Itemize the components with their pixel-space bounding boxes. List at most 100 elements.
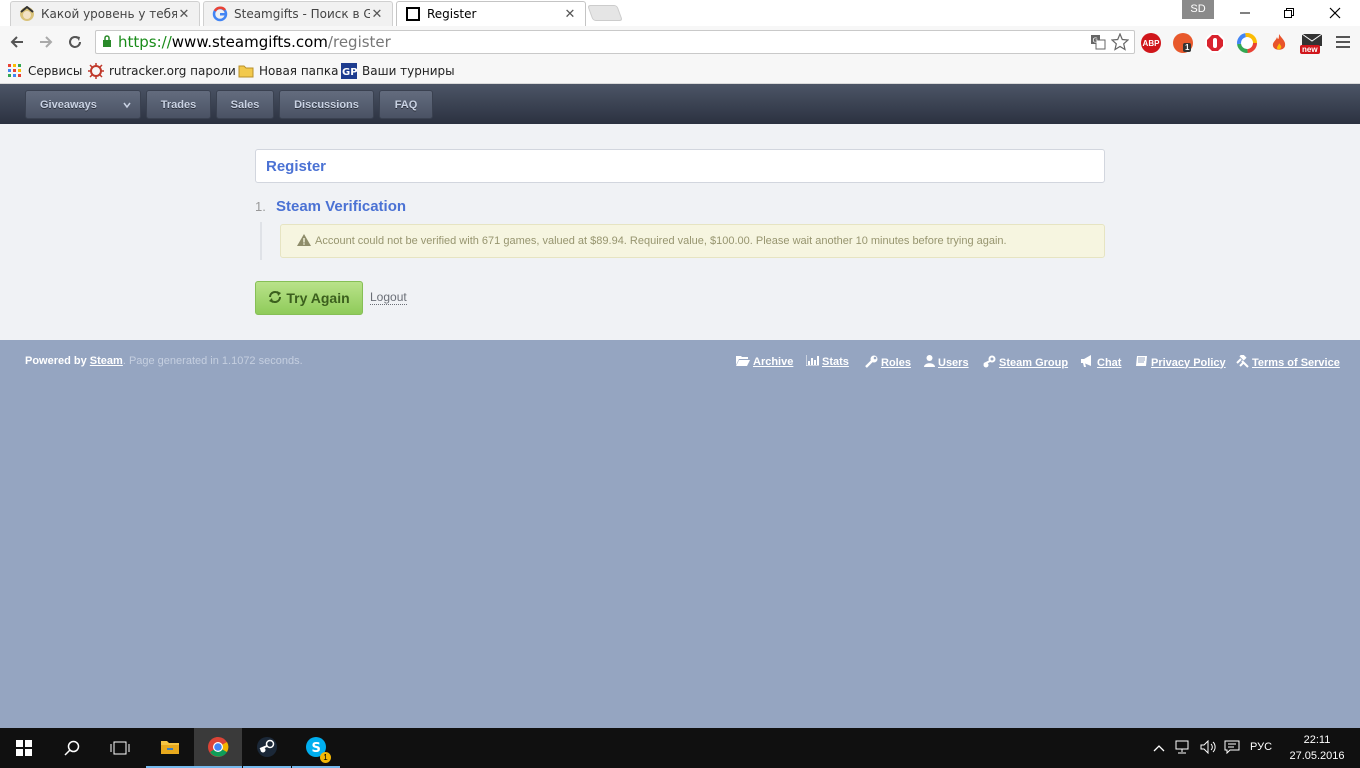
footer-archive[interactable]: Archive <box>736 355 793 369</box>
footer-link-label: Archive <box>753 356 794 368</box>
chevron-up-icon[interactable] <box>1153 740 1165 755</box>
windows-taskbar: S 1 РУС 22:11 27.05.2016 <box>0 728 1360 768</box>
nav-sales[interactable]: Sales <box>216 90 274 119</box>
tab-register[interactable]: Register ✕ <box>396 1 586 26</box>
search-icon[interactable] <box>48 728 96 768</box>
bookmark-new-folder[interactable]: Новая папка <box>238 62 338 80</box>
address-bar[interactable]: https://www.steamgifts.com/register G <box>95 30 1135 54</box>
footer-steam-group[interactable]: Steam Group <box>983 355 1068 371</box>
footer-stats[interactable]: Stats <box>805 355 849 369</box>
book-icon <box>1135 355 1148 370</box>
logout-link[interactable]: Logout <box>370 290 407 305</box>
footer-link-label: Roles <box>881 357 911 369</box>
megaphone-icon <box>1080 355 1094 370</box>
generated-time: . Page generated in 1.1072 seconds. <box>122 355 303 367</box>
footer-privacy-policy[interactable]: Privacy Policy <box>1135 355 1226 370</box>
profile-badge[interactable]: SD <box>1182 0 1214 19</box>
translate-icon[interactable]: G <box>1090 34 1106 54</box>
try-again-button[interactable]: Try Again <box>255 281 363 315</box>
restore-icon[interactable] <box>1266 0 1312 26</box>
notifications-icon[interactable] <box>1224 740 1240 757</box>
footer-link-label: Chat <box>1097 356 1122 369</box>
steam-link[interactable]: Steam <box>90 355 123 367</box>
new-tab-button[interactable] <box>587 5 623 21</box>
refresh-icon <box>268 290 282 307</box>
minimize-icon[interactable] <box>1222 0 1268 26</box>
gp-icon: GP <box>341 63 357 79</box>
windows-start-icon[interactable] <box>0 728 48 768</box>
volume-icon[interactable] <box>1200 739 1218 757</box>
forward-icon[interactable] <box>34 30 58 54</box>
extension-badge-icon[interactable]: 1 <box>1173 33 1193 53</box>
back-icon[interactable] <box>5 30 29 54</box>
steamgifts-icon <box>405 6 421 22</box>
clock[interactable]: 22:11 27.05.2016 <box>1284 732 1350 764</box>
skype-icon[interactable]: S 1 <box>292 728 340 768</box>
close-icon[interactable]: ✕ <box>370 7 384 22</box>
nav-faq[interactable]: FAQ <box>379 90 433 119</box>
adblock-plus-icon[interactable]: ABP <box>1141 33 1161 53</box>
tab-title: Register <box>427 7 477 21</box>
extension-badge-count: 1 <box>1183 43 1192 52</box>
url-scheme: https:// <box>118 33 172 51</box>
footer-terms-of-service[interactable]: Terms of Service <box>1236 353 1340 371</box>
bookmark-tournaments[interactable]: GP Ваши турниры <box>341 62 455 80</box>
bookmark-services[interactable]: Сервисы <box>7 62 82 80</box>
tab-level[interactable]: Какой уровень у тебя на ✕ <box>10 1 200 26</box>
step-number: 1. <box>255 199 266 214</box>
powered-by: Powered by Steam. Page generated in 1.10… <box>25 355 303 367</box>
stop-extension-icon[interactable] <box>1205 33 1225 53</box>
steam-app-icon[interactable] <box>243 728 291 768</box>
new-badge: new <box>1300 45 1320 54</box>
footer-chat[interactable]: Chat <box>1080 355 1121 370</box>
mail-new-extension-icon[interactable]: new <box>1300 33 1324 54</box>
bookmarks-bar: Сервисы rutracker.org пароли Новая папка… <box>0 58 1360 84</box>
chrome-icon[interactable] <box>194 728 242 768</box>
folder-open-icon <box>736 355 750 369</box>
skype-badge: 1 <box>320 752 331 763</box>
footer-link-label: Stats <box>822 356 849 368</box>
nav-trades[interactable]: Trades <box>146 90 211 119</box>
rutracker-icon <box>88 63 104 79</box>
site-nav-bar: Giveaways Trades Sales Discussions FAQ <box>0 84 1360 124</box>
close-icon[interactable]: ✕ <box>177 7 191 22</box>
bookmark-label: rutracker.org пароли <box>109 64 236 78</box>
footer-link-label: Users <box>938 356 969 369</box>
bookmark-rutracker[interactable]: rutracker.org пароли <box>88 62 236 80</box>
footer-roles[interactable]: Roles <box>865 355 911 371</box>
tab-title: Steamgifts - Поиск в Goo <box>234 7 370 21</box>
tab-google-search[interactable]: Steamgifts - Поиск в Goo ✕ <box>203 1 393 26</box>
reload-icon[interactable] <box>63 30 87 54</box>
color-wheel-extension-icon[interactable] <box>1237 33 1257 53</box>
step-title: Steam Verification <box>276 198 407 215</box>
svg-text:G: G <box>1093 37 1098 45</box>
nav-giveaways[interactable]: Giveaways <box>25 90 141 119</box>
clock-date: 27.05.2016 <box>1289 750 1345 762</box>
close-window-icon[interactable] <box>1312 0 1358 26</box>
network-icon[interactable] <box>1175 740 1193 757</box>
tab-title: Какой уровень у тебя на <box>41 7 177 21</box>
footer-link-label: Steam Group <box>999 357 1069 369</box>
bookmark-label: Новая папка <box>259 64 339 78</box>
anime-avatar-icon <box>19 6 35 22</box>
menu-icon[interactable] <box>1331 30 1355 54</box>
page-title: Register <box>255 149 1105 183</box>
footer-users[interactable]: Users <box>924 355 969 370</box>
task-view-icon[interactable] <box>96 728 144 768</box>
language-indicator[interactable]: РУС <box>1250 741 1272 753</box>
url-path: /register <box>327 33 391 51</box>
file-explorer-icon[interactable] <box>146 728 194 768</box>
close-icon[interactable]: ✕ <box>563 7 577 22</box>
warning-message: Account could not be verified with 671 g… <box>280 224 1105 258</box>
lock-icon <box>96 34 118 50</box>
nav-discussions[interactable]: Discussions <box>279 90 374 119</box>
gavel-icon <box>1236 353 1249 371</box>
bookmark-star-icon[interactable] <box>1110 32 1130 55</box>
powered-prefix: Powered by <box>25 355 90 367</box>
site-footer: Powered by Steam. Page generated in 1.10… <box>0 340 1360 728</box>
warning-icon <box>297 233 311 249</box>
clock-time: 22:11 <box>1303 734 1331 746</box>
browser-tab-bar: Какой уровень у тебя на ✕ Steamgifts - П… <box>0 0 1360 26</box>
nav-label: Giveaways <box>40 98 97 111</box>
flame-extension-icon[interactable] <box>1269 33 1289 53</box>
